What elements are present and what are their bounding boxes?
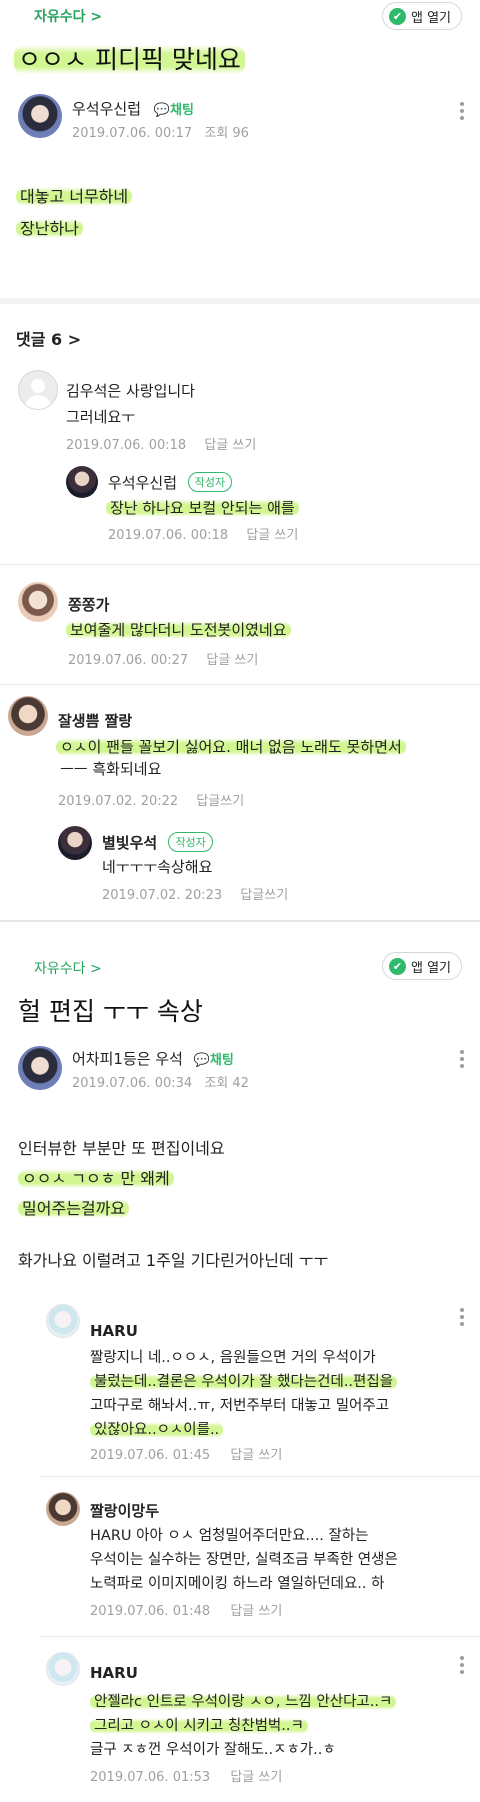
more-options-icon[interactable]: [460, 1308, 464, 1329]
comment-meta: 2019.07.06. 01:45 답글 쓰기: [90, 1444, 282, 1463]
chat-link[interactable]: 💬채팅: [154, 103, 194, 118]
chat-link[interactable]: 💬채팅: [194, 1053, 234, 1068]
comment-date: 2019.07.06. 01:45: [90, 1448, 211, 1463]
comment-date: 2019.07.06. 01:48: [90, 1604, 211, 1619]
post-body-line: 장난하나: [16, 219, 83, 238]
author-avatar[interactable]: [18, 1046, 62, 1090]
comment-date: 2019.07.06. 00:27: [68, 653, 189, 668]
comment-text: 짤랑지니 네..ㅇㅇㅅ, 음원들으면 거의 우석이가 불렀는데..결론은 우석이…: [90, 1346, 398, 1442]
app-open-label: 앱 열기: [410, 10, 451, 26]
reply-link[interactable]: 답글 쓰기: [230, 1604, 282, 1619]
post-title: 헐 편집 ㅜㅜ 속상: [18, 997, 203, 1026]
reply-link[interactable]: 답글쓰기: [240, 888, 288, 903]
post-date: 2019.07.06. 00:17: [72, 126, 193, 141]
comment-author[interactable]: 잘생쁨 짤랑: [58, 710, 132, 731]
cafe-board-link[interactable]: 자유수다 >: [34, 958, 102, 978]
post-body-line: ㅇㅇㅅ ㄱㅇㅎ 만 왜케: [18, 1169, 174, 1188]
commenter-avatar[interactable]: [46, 1304, 80, 1338]
comment-divider: [0, 564, 480, 565]
comment-date: 2019.07.06. 00:18: [66, 438, 187, 453]
app-open-button[interactable]: ✔ 앱 열기: [381, 952, 462, 980]
post-body-line: 인터뷰한 부분만 또 편집이네요: [18, 1139, 225, 1158]
author-avatar[interactable]: [18, 94, 62, 138]
comment-text: 보여줄게 많다더니 도전봇이였네요: [66, 619, 291, 641]
comment-meta: 2019.07.02. 20:22 답글쓰기: [58, 790, 244, 809]
commenter-avatar[interactable]: [66, 466, 98, 498]
comment-date: 2019.07.06. 00:18: [108, 528, 229, 543]
reply-link[interactable]: 답글 쓰기: [246, 528, 298, 543]
post-body-line: 화가나요 이럴려고 1주일 기다린거아닌데 ㅜㅜ: [18, 1251, 329, 1270]
app-open-label: 앱 열기: [410, 960, 451, 976]
writer-badge: 작성자: [187, 472, 233, 492]
comment-meta: 2019.07.06. 01:53 답글 쓰기: [90, 1766, 282, 1785]
comment-author[interactable]: 김우석은 사랑입니다: [66, 380, 195, 401]
comment-text: HARU 아아 ㅇㅅ 엄청밀어주더만요.... 잘하는 우석이는 실수하는 장면…: [90, 1528, 398, 1592]
post-body-line: 밀어주는걸까요: [18, 1199, 130, 1218]
reply-link[interactable]: 답글쓰기: [196, 794, 244, 809]
reply-author-row: 우석우신럽 작성자: [108, 472, 233, 493]
comment-meta: 2019.07.06. 00:18 답글 쓰기: [66, 434, 256, 453]
comment-text: 그러네요ㅜ: [66, 408, 136, 426]
commenter-avatar[interactable]: [58, 826, 92, 860]
cafe-app-icon: ✔: [388, 7, 406, 25]
comment-date: 2019.07.02. 20:22: [58, 794, 179, 809]
app-open-button[interactable]: ✔ 앱 열기: [381, 2, 462, 30]
comment-meta: 2019.07.06. 01:48 답글 쓰기: [90, 1600, 282, 1619]
comment-author[interactable]: 쫑쫑가: [68, 594, 109, 615]
reply-link[interactable]: 답글 쓰기: [230, 1448, 282, 1463]
comment-divider: [0, 684, 480, 685]
post-date: 2019.07.06. 00:34: [72, 1076, 193, 1091]
comment-divider: [40, 1636, 480, 1637]
chat-bubble-icon: 💬: [193, 1053, 210, 1068]
post-body-spacer: [18, 1224, 328, 1246]
comments-header[interactable]: 댓글 6 >: [16, 326, 81, 350]
commenter-avatar[interactable]: [8, 696, 48, 736]
post-views: 조회 42: [204, 1076, 249, 1091]
reply-link[interactable]: 답글 쓰기: [204, 438, 256, 453]
more-options-icon[interactable]: [460, 102, 464, 123]
post-body: 인터뷰한 부분만 또 편집이네요 ㅇㅇㅅ ㄱㅇㅎ 만 왜케 밀어주는걸까요 화가…: [18, 1134, 328, 1276]
comment-author[interactable]: HARU: [90, 1322, 138, 1340]
commenter-avatar[interactable]: [46, 1492, 80, 1526]
post-views: 조회 96: [204, 126, 249, 141]
author-name[interactable]: 우석우신럽: [72, 100, 141, 118]
comment-meta: 2019.07.02. 20:23 답글쓰기: [102, 884, 288, 903]
more-options-icon[interactable]: [460, 1656, 464, 1677]
commenter-avatar[interactable]: [46, 1652, 80, 1686]
comment-date: 2019.07.06. 01:53: [90, 1770, 211, 1785]
comment-author[interactable]: 우석우신럽: [108, 474, 177, 492]
reply-link[interactable]: 답글 쓰기: [230, 1770, 282, 1785]
post-meta: 2019.07.06. 00:17 조회 96: [72, 122, 249, 141]
post-divider: [0, 920, 480, 922]
comment-author[interactable]: HARU: [90, 1664, 138, 1682]
comment-text: 안젤라c 인트로 우석이랑 ㅅㅇ, 느낌 안산다고..ㅋ 그리고 ㅇㅅ이 시키고…: [90, 1690, 397, 1762]
comment-meta: 2019.07.06. 00:18 답글 쓰기: [108, 524, 298, 543]
post-title: ㅇㅇㅅ 피디픽 맞네요: [14, 40, 245, 76]
comment-author[interactable]: 별빛우석: [102, 834, 157, 852]
post-body-line: 대놓고 너무하네: [16, 187, 133, 206]
reply-link[interactable]: 답글 쓰기: [206, 653, 258, 668]
cafe-board-link[interactable]: 자유수다 >: [34, 6, 102, 26]
commenter-avatar[interactable]: [18, 370, 58, 410]
comment-divider: [40, 1476, 480, 1477]
comment-author[interactable]: 짤랑이망두: [90, 1500, 159, 1521]
comment-text: 장난 하나요 보컬 안되는 애를: [106, 497, 299, 519]
comment-meta: 2019.07.06. 00:27 답글 쓰기: [68, 649, 258, 668]
comment-text: ㅇㅅ이 팬들 꼴보기 싫어요. 매너 없음 노래도 못하면서 ㅡㅡ 흑화되네요: [56, 736, 406, 780]
cafe-app-icon: ✔: [388, 957, 406, 975]
post-meta: 2019.07.06. 00:34 조회 42: [72, 1072, 249, 1091]
chat-bubble-icon: 💬: [153, 103, 170, 118]
post-body: 대놓고 너무하네 장난하나: [16, 184, 133, 242]
section-divider: [0, 298, 480, 304]
comment-text: 네ㅜㅜㅜ속상해요: [102, 858, 213, 876]
author-row: 어차피1등은 우석 💬채팅: [72, 1048, 234, 1069]
comment-date: 2019.07.02. 20:23: [102, 888, 223, 903]
more-options-icon[interactable]: [460, 1050, 464, 1071]
author-name[interactable]: 어차피1등은 우석: [72, 1050, 183, 1068]
commenter-avatar[interactable]: [18, 582, 58, 622]
author-row: 우석우신럽 💬채팅: [72, 98, 194, 119]
reply-author-row: 별빛우석 작성자: [102, 832, 213, 853]
writer-badge: 작성자: [168, 832, 213, 852]
